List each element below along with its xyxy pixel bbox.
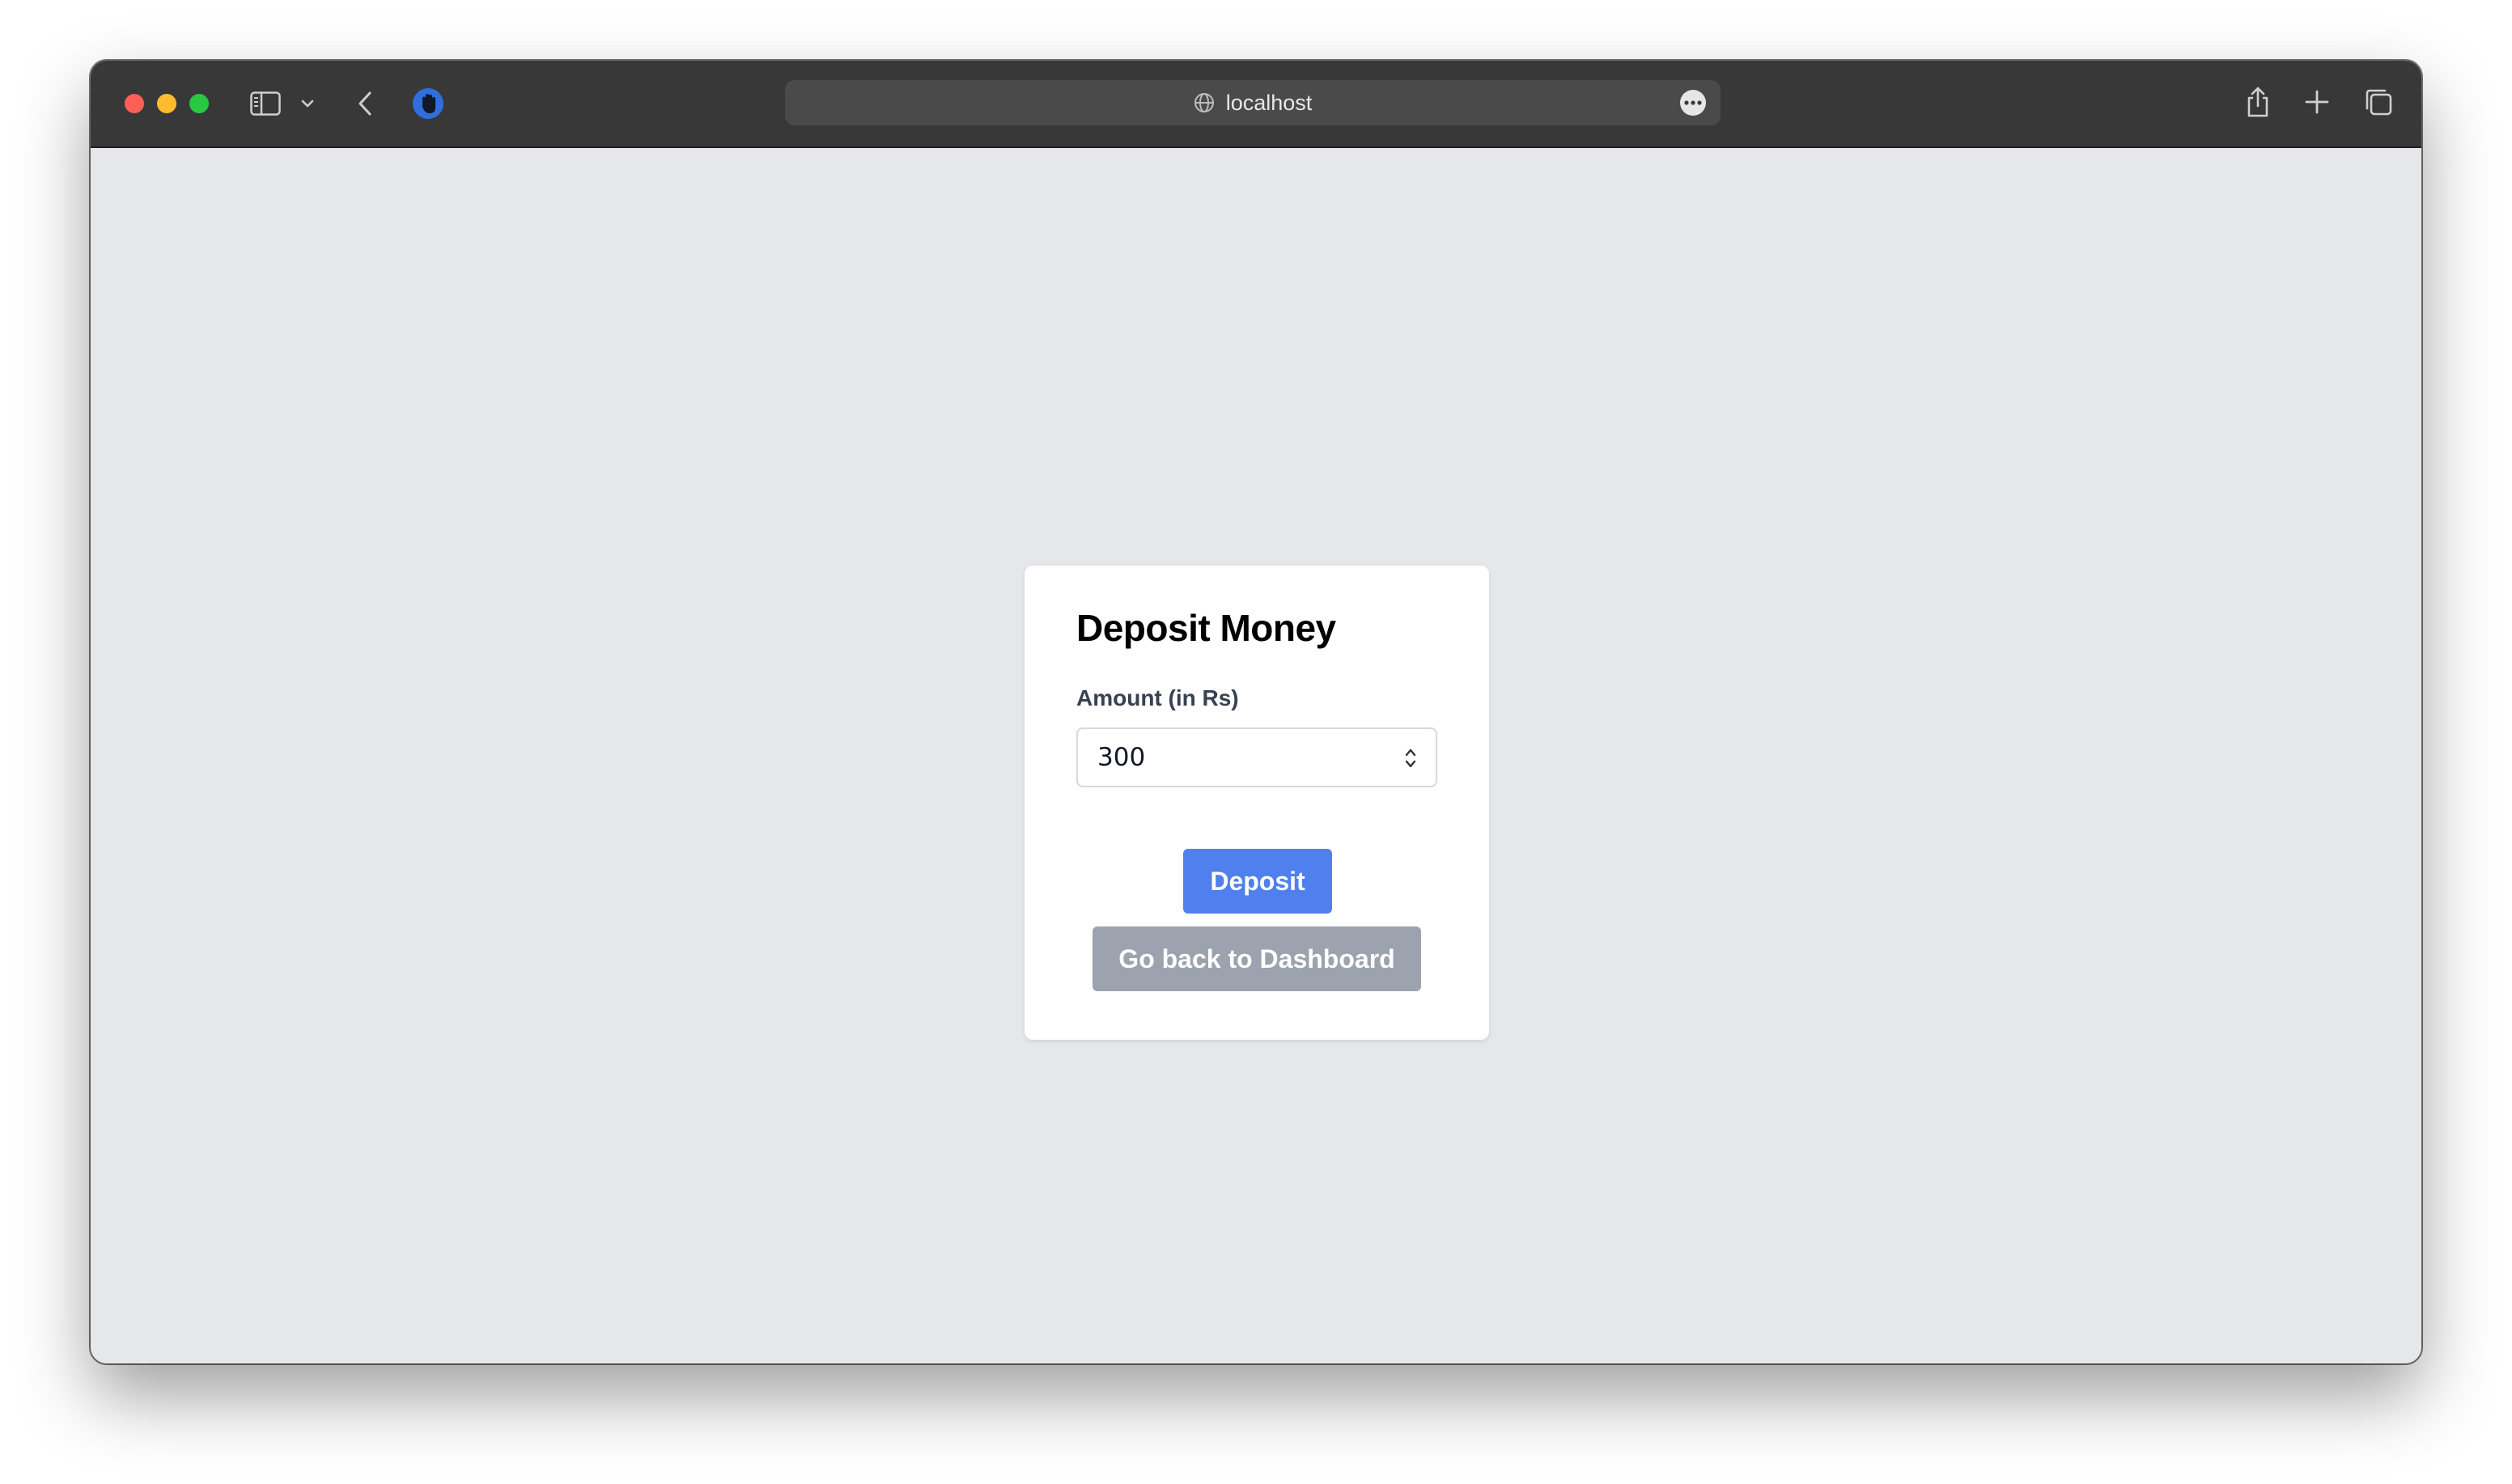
page-title: Deposit Money (1076, 607, 1336, 649)
chevron-down-icon[interactable] (299, 96, 316, 111)
share-icon[interactable] (2243, 83, 2272, 121)
amount-label: Amount (in Rs) (1076, 685, 1239, 710)
browser-window: localhost Deposit Money Amount (in Rs) 3… (91, 61, 2421, 1363)
amount-field[interactable] (1076, 727, 1437, 787)
amount-input[interactable] (1078, 729, 1385, 786)
back-arrow-icon[interactable] (353, 88, 377, 119)
minimize-window-button[interactable] (157, 94, 176, 113)
close-window-button[interactable] (125, 94, 144, 113)
new-tab-icon[interactable] (2303, 88, 2331, 116)
page-viewport: Deposit Money Amount (in Rs) Deposit Go … (91, 148, 2421, 1363)
address-url: localhost (1225, 90, 1313, 115)
tabs-overview-icon[interactable] (2363, 87, 2394, 117)
stepper-icon[interactable] (1403, 744, 1418, 773)
back-to-dashboard-button[interactable]: Go back to Dashboard (1093, 926, 1421, 991)
globe-icon (1194, 92, 1215, 113)
sidebar-icon[interactable] (249, 90, 282, 117)
browser-toolbar: localhost (91, 61, 2421, 148)
deposit-button[interactable]: Deposit (1183, 849, 1332, 914)
maximize-window-button[interactable] (189, 94, 209, 113)
deposit-card: Deposit Money Amount (in Rs) Deposit Go … (1025, 566, 1489, 1040)
extension-hand-icon[interactable] (411, 87, 445, 121)
address-bar[interactable]: localhost (785, 80, 1721, 125)
more-icon[interactable] (1680, 90, 1706, 116)
